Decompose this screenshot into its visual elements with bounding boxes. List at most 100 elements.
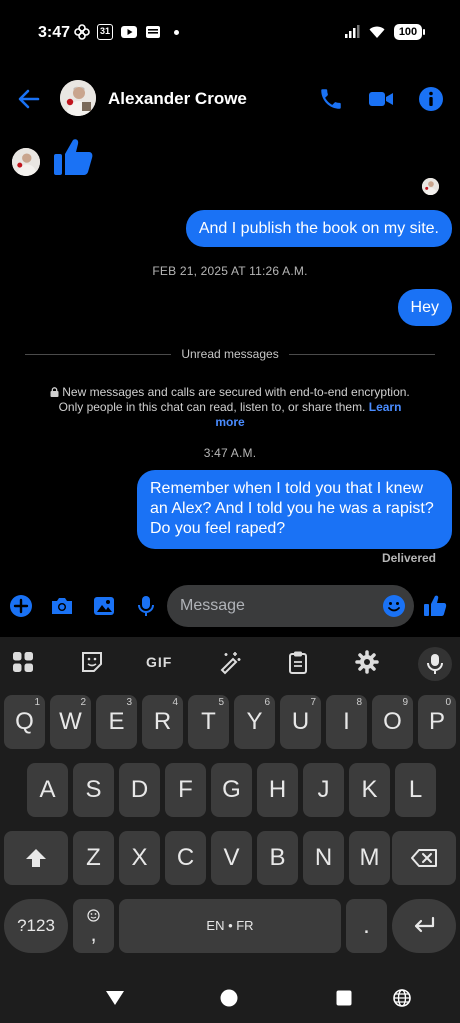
microphone-icon — [427, 654, 443, 674]
system-icons: 100 — [344, 24, 425, 40]
apps-icon[interactable] — [10, 649, 36, 675]
shift-key[interactable] — [4, 831, 68, 885]
key-r[interactable]: R4 — [142, 695, 183, 749]
lock-icon — [50, 387, 59, 397]
pinwheel-icon — [74, 24, 90, 40]
status-bar: 3:47 31 100 — [0, 0, 460, 68]
key-o[interactable]: O9 — [372, 695, 413, 749]
message-icon — [146, 26, 160, 38]
microphone-icon[interactable] — [134, 594, 158, 618]
video-icon[interactable] — [368, 86, 394, 112]
unread-label: Unread messages — [181, 347, 279, 361]
divider-line — [288, 353, 436, 355]
person-photo-icon — [60, 80, 96, 116]
youtube-icon — [121, 26, 137, 38]
back-arrow-icon[interactable] — [16, 86, 42, 112]
encryption-notice: New messages and calls are secured with … — [50, 385, 410, 430]
battery-icon: 100 — [394, 24, 425, 40]
gallery-icon[interactable] — [92, 594, 116, 618]
settings-icon[interactable] — [354, 649, 380, 675]
key-p[interactable]: P0 — [418, 695, 456, 749]
key-n[interactable]: N — [303, 831, 344, 885]
seen-avatar — [422, 178, 439, 195]
chat-header: Alexander Crowe — [0, 72, 460, 126]
status-time: 3:47 — [38, 24, 71, 41]
calendar-day: 31 — [99, 26, 110, 36]
plus-icon[interactable] — [9, 594, 33, 618]
backspace-icon — [411, 849, 437, 867]
sent-message[interactable]: And I publish the book on my site. — [185, 210, 452, 247]
message-timestamp: FEB 21, 2025 AT 11:26 A.M. — [152, 264, 308, 278]
key-e[interactable]: E3 — [96, 695, 137, 749]
encryption-text: New messages and calls are secured with … — [58, 385, 410, 414]
key-l[interactable]: L — [395, 763, 436, 817]
message-composer: Message — [0, 584, 460, 630]
key-y[interactable]: Y6 — [234, 695, 275, 749]
key-u[interactable]: U7 — [280, 695, 321, 749]
divider-line — [25, 353, 172, 355]
key-h[interactable]: H — [257, 763, 298, 817]
key-j[interactable]: J — [303, 763, 344, 817]
globe-icon[interactable] — [393, 989, 411, 1007]
unread-divider: Unread messages — [25, 346, 436, 362]
key-t[interactable]: T5 — [188, 695, 229, 749]
person-photo-icon — [422, 178, 439, 195]
contact-name[interactable]: Alexander Crowe — [108, 89, 247, 109]
key-m[interactable]: M — [349, 831, 390, 885]
key-c[interactable]: C — [165, 831, 206, 885]
calendar-icon: 31 — [97, 24, 113, 40]
message-timestamp: 3:47 A.M. — [203, 446, 257, 460]
system-nav-bar — [0, 970, 460, 1023]
message-placeholder: Message — [180, 597, 245, 614]
key-q[interactable]: Q1 — [4, 695, 45, 749]
magic-pen-icon[interactable] — [217, 649, 243, 675]
gif-button[interactable]: GIF — [146, 649, 176, 675]
avatar[interactable] — [60, 80, 96, 116]
sent-message[interactable]: Remember when I told you that I knew an … — [137, 470, 452, 549]
thumbs-up-icon — [54, 139, 93, 175]
camera-icon[interactable] — [50, 594, 74, 618]
keyboard: GIF Q1 W2 E3 R4 T5 Y6 U7 I8 O9 P0 A S D … — [0, 637, 460, 1023]
key-k[interactable]: K — [349, 763, 390, 817]
sticker-icon[interactable] — [79, 649, 105, 675]
key-i[interactable]: I8 — [326, 695, 367, 749]
message-input[interactable]: Message — [167, 585, 414, 627]
voice-input-button[interactable] — [418, 647, 452, 681]
person-photo-icon — [12, 148, 40, 176]
wifi-icon — [369, 26, 385, 38]
key-f[interactable]: F — [165, 763, 206, 817]
symbols-key[interactable]: ?123 — [4, 899, 68, 953]
thumbs-up-icon[interactable] — [423, 594, 447, 618]
key-z[interactable]: Z — [73, 831, 114, 885]
back-triangle-icon[interactable] — [105, 990, 125, 1006]
emoji-icon[interactable] — [382, 594, 406, 618]
shift-icon — [26, 849, 46, 867]
notification-icons: 31 — [74, 24, 179, 40]
comma-key[interactable]: , — [73, 899, 114, 953]
key-w[interactable]: W2 — [50, 695, 91, 749]
keyboard-toolbar: GIF — [0, 645, 460, 681]
dot-icon — [174, 29, 179, 35]
comma-label: , — [90, 921, 97, 946]
space-bar[interactable]: EN • FR — [119, 899, 341, 953]
period-key[interactable]: . — [346, 899, 387, 953]
enter-icon — [414, 916, 435, 933]
contact-small-avatar — [12, 148, 40, 176]
key-a[interactable]: A — [27, 763, 68, 817]
key-x[interactable]: X — [119, 831, 160, 885]
phone-icon[interactable] — [318, 86, 344, 112]
sent-message[interactable]: Hey — [397, 289, 452, 326]
key-b[interactable]: B — [257, 831, 298, 885]
home-circle-icon[interactable] — [220, 989, 238, 1007]
key-g[interactable]: G — [211, 763, 252, 817]
key-s[interactable]: S — [73, 763, 114, 817]
backspace-key[interactable] — [392, 831, 456, 885]
clipboard-icon[interactable] — [285, 649, 311, 675]
recents-square-icon[interactable] — [336, 990, 352, 1006]
key-v[interactable]: V — [211, 831, 252, 885]
info-icon[interactable] — [418, 86, 444, 112]
key-d[interactable]: D — [119, 763, 160, 817]
enter-key[interactable] — [392, 899, 456, 953]
signal-icon — [345, 25, 360, 38]
delivery-status: Delivered — [381, 551, 436, 565]
